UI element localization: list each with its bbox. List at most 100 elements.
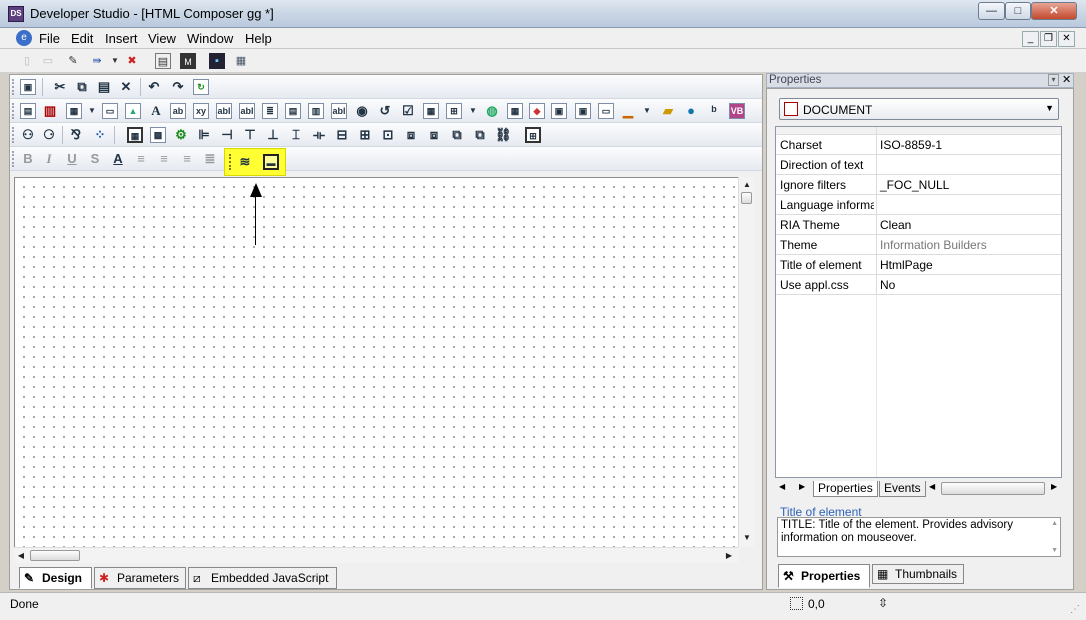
paste-icon[interactable]: ▤ (96, 79, 112, 95)
database-icon[interactable]: ▦ (233, 53, 249, 69)
menu-insert[interactable]: Insert (105, 31, 138, 46)
property-row-charset[interactable]: Charset ISO-8859-1 (776, 135, 1061, 155)
space-across-icon[interactable]: ⧈ (403, 127, 419, 143)
slider-icon[interactable]: ◆ (529, 103, 545, 119)
property-value[interactable]: Information Builders (880, 238, 987, 252)
align-left-icon[interactable]: ⊫ (196, 127, 212, 143)
tab-events-grid[interactable]: Events (879, 481, 926, 497)
chart-icon[interactable]: ▥ (42, 103, 58, 119)
mdi-close-button[interactable]: ✕ (1058, 31, 1075, 47)
toggle-grid-icon[interactable]: ▩ (150, 127, 166, 143)
tree-icon[interactable]: ⊞ (446, 103, 462, 119)
property-row-ignore-filters[interactable]: Ignore filters _FOC_NULL (776, 175, 1061, 195)
same-width-icon[interactable]: ⊟ (334, 127, 350, 143)
calendar-icon[interactable]: ▦ (507, 103, 523, 119)
grid-scroll-right-icon[interactable]: ▶ (1051, 482, 1057, 491)
new-file-icon[interactable]: ▯ (19, 53, 35, 69)
properties-icon[interactable]: ⚙ (173, 127, 189, 143)
desc-scroll-down-icon[interactable]: ▼ (1051, 547, 1058, 554)
toolbar-grip[interactable] (229, 154, 232, 170)
horizontal-scroll-thumb[interactable] (30, 550, 80, 561)
align-right-icon[interactable]: ⊣ (219, 127, 235, 143)
variable-icon[interactable]: xy (193, 103, 209, 119)
menu-file[interactable]: File (39, 31, 60, 46)
mdi-minimize-button[interactable]: _ (1022, 31, 1039, 47)
property-row-title[interactable]: Title of element HtmlPage (776, 255, 1061, 275)
italic-icon[interactable]: I (41, 151, 57, 167)
line-dropdown-icon[interactable]: ▼ (639, 103, 655, 119)
property-value[interactable]: HtmlPage (880, 258, 933, 272)
link-icon[interactable]: ⛓ (495, 127, 512, 143)
tabbed-icon[interactable]: ▭ (598, 103, 614, 119)
page-icon[interactable]: ▤ (20, 103, 36, 119)
align-text-right-icon[interactable]: ≡ (179, 151, 195, 167)
menu-window[interactable]: Window (187, 31, 233, 46)
globe-icon[interactable]: ● (683, 103, 699, 119)
report-icon[interactable]: ▤ (155, 53, 171, 69)
scroll-down-arrow-icon[interactable]: ▼ (740, 531, 754, 545)
align-bottom-icon[interactable]: ⊥ (265, 127, 281, 143)
scroll-right-arrow-icon[interactable]: ▶ (722, 549, 736, 563)
run-dropdown-icon[interactable]: ▼ (107, 53, 123, 69)
listbox-icon[interactable]: ≣ (262, 103, 278, 119)
delete-icon[interactable]: ✕ (118, 79, 134, 95)
underline-icon[interactable]: U (64, 151, 80, 167)
align-text-center-icon[interactable]: ≡ (156, 151, 172, 167)
center-horizontal-icon[interactable]: ⟛ (311, 127, 327, 143)
doublelist-icon[interactable]: ▥ (308, 103, 324, 119)
tab-order-icon[interactable]: ⅋ (68, 127, 84, 143)
checkbox-icon[interactable]: ☑ (400, 103, 416, 119)
tab-thumbnails[interactable]: ▦ Thumbnails (872, 564, 964, 584)
property-value[interactable]: ISO-8859-1 (880, 138, 942, 152)
property-value[interactable]: No (880, 278, 895, 292)
tab-scroll-right-icon[interactable]: ▶ (799, 482, 805, 491)
align-text-left-icon[interactable]: ≡ (133, 151, 149, 167)
align-top-icon[interactable]: ⊤ (242, 127, 258, 143)
open-file-icon[interactable]: ▭ (40, 53, 56, 69)
stack-layers-icon[interactable]: ≋ (237, 154, 253, 170)
radio-icon[interactable]: ◉ (354, 103, 370, 119)
vertical-scroll-thumb[interactable] (741, 192, 752, 204)
cut-icon[interactable]: ✂ (52, 79, 68, 95)
scroll-up-arrow-icon[interactable]: ▲ (740, 178, 754, 192)
properties-pin-icon[interactable]: ▾ (1048, 74, 1059, 86)
canvas-vertical-scrollbar[interactable]: ▲ ▼ (738, 177, 754, 547)
form-dropdown-icon[interactable]: ▼ (84, 103, 100, 119)
font-color-icon[interactable]: A (110, 151, 126, 167)
snap-grid-icon[interactable]: ▦ (127, 127, 143, 143)
tab-embedded-javascript[interactable]: ⧄ Embedded JavaScript (188, 567, 337, 589)
tab-design[interactable]: ✎ Design (19, 567, 92, 589)
folder-icon[interactable]: ▰ (660, 103, 676, 119)
grid-scroll-left-icon[interactable]: ◀ (929, 482, 935, 491)
refresh-icon[interactable]: ↻ (193, 79, 209, 95)
mdi-restore-button[interactable]: ❐ (1040, 31, 1057, 47)
justify-icon[interactable]: ≣ (202, 151, 218, 167)
bold-icon[interactable]: B (20, 151, 36, 167)
edit-tool-icon[interactable]: ✎ (65, 53, 81, 69)
label-icon[interactable]: ab (170, 103, 186, 119)
form-icon[interactable]: ▦ (66, 103, 82, 119)
canvas-horizontal-scrollbar[interactable]: ◀ ▶ (14, 547, 738, 563)
ungroup-icon[interactable]: ⚆ (41, 127, 57, 143)
textarea-icon[interactable]: abl (239, 103, 255, 119)
line-icon[interactable]: ▁ (620, 103, 636, 119)
layout-grid-icon[interactable]: ⊞ (525, 127, 541, 143)
move-back-icon[interactable]: ⧉ (472, 127, 488, 143)
property-row-use-appl-css[interactable]: Use appl.css No (776, 275, 1061, 295)
properties-close-icon[interactable]: ✕ (1062, 73, 1071, 86)
tab-scroll-left-icon[interactable]: ◀ (779, 482, 785, 491)
tab-properties[interactable]: ⚒ Properties (778, 564, 870, 588)
property-row-direction[interactable]: Direction of text (776, 155, 1061, 175)
desc-scroll-up-icon[interactable]: ▲ (1051, 520, 1058, 527)
property-row-language[interactable]: Language informatio (776, 195, 1061, 215)
object-selector[interactable]: DOCUMENT ▼ (779, 98, 1059, 120)
m-icon[interactable]: M (180, 53, 196, 69)
frame-icon[interactable]: ▭ (102, 103, 118, 119)
google-map-icon[interactable]: ◍ (484, 103, 500, 119)
panel-icon[interactable]: ▬ (263, 154, 279, 170)
console-icon[interactable]: ▪ (209, 53, 225, 69)
undo-icon[interactable]: ↶ (146, 79, 162, 95)
toolbar-grip[interactable] (12, 103, 15, 119)
toolbar-grip[interactable] (12, 79, 15, 95)
menu-help[interactable]: Help (245, 31, 272, 46)
